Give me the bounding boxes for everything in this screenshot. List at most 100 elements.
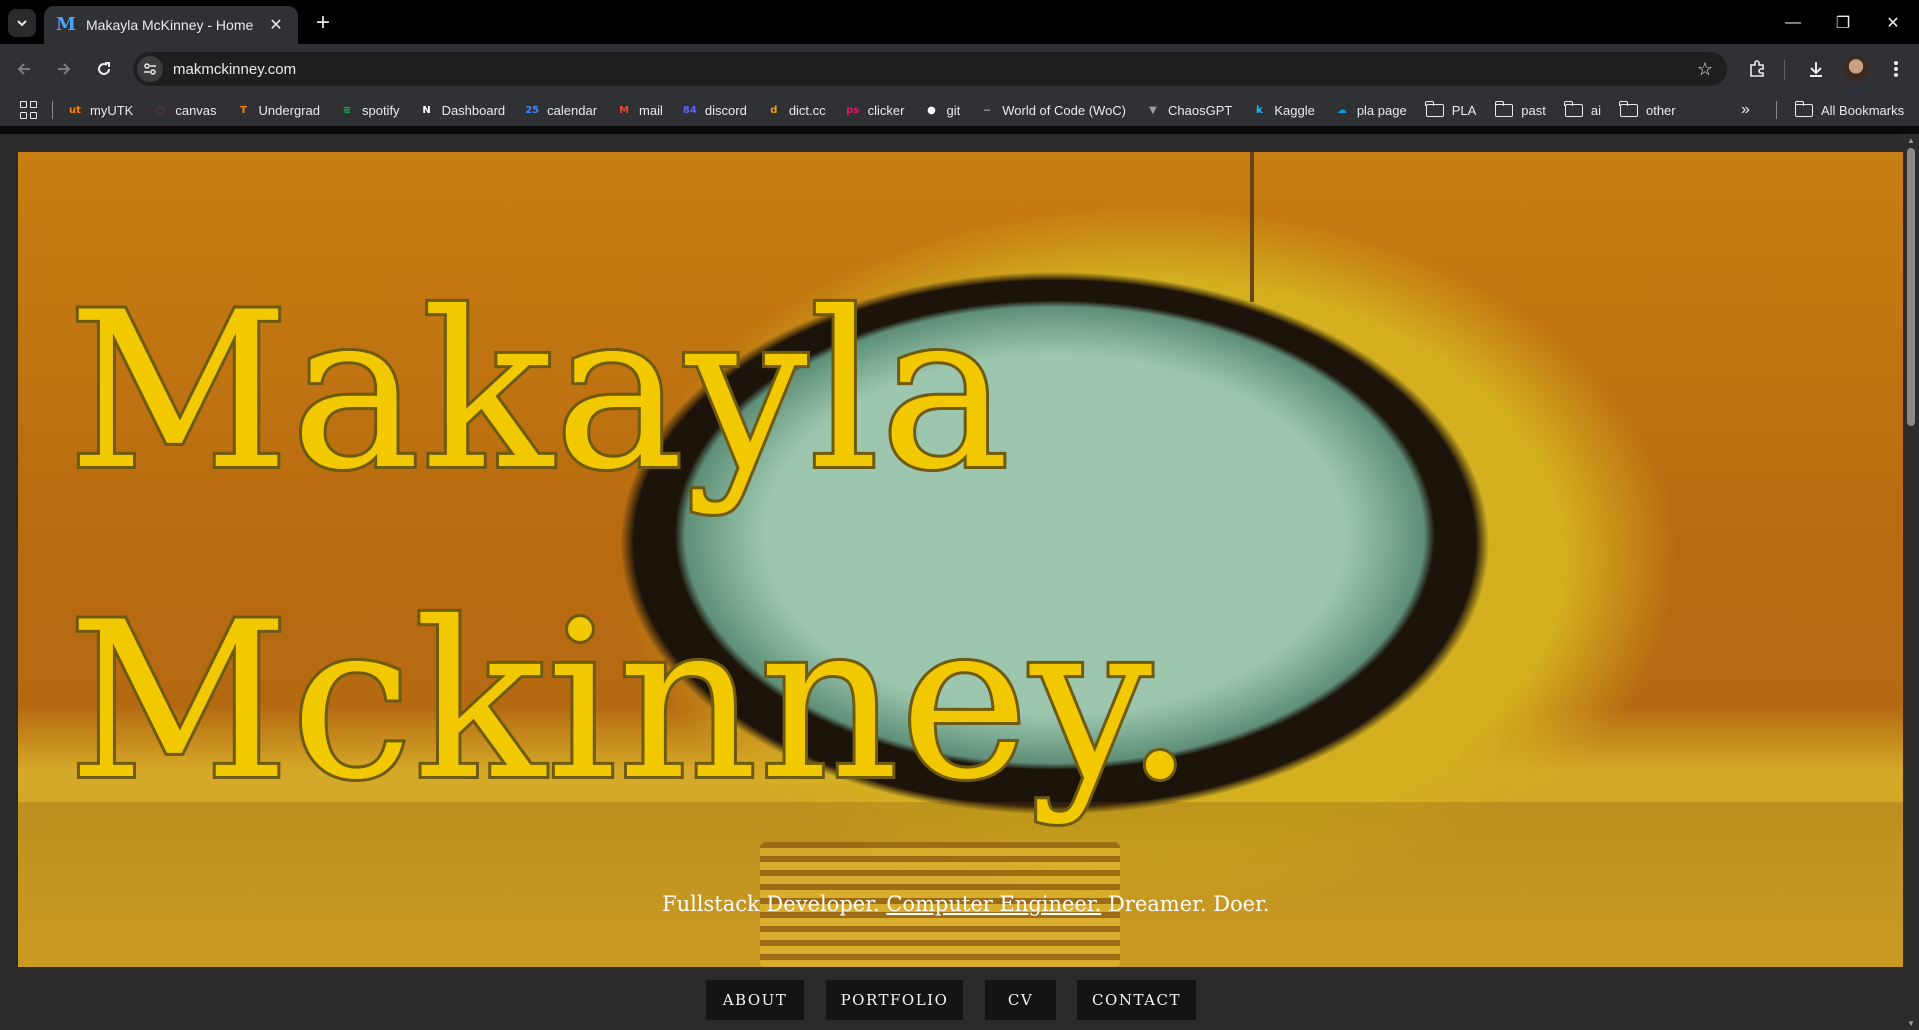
hero-name-first: Makayla [65,266,1012,517]
computer-engineer-link[interactable]: Computer Engineer. [886,892,1101,916]
utk-icon: ut [69,104,81,116]
scroll-down-arrow-icon[interactable]: ▼ [1907,1019,1915,1028]
chevron-down-icon [17,20,27,27]
bookmark-folder-label: PLA [1451,102,1477,118]
bookmark-label: Dashboard [441,102,506,118]
bookmark-git[interactable]: ● git [924,102,961,118]
forward-button[interactable] [50,55,78,83]
bookmark-world-of-code-woc[interactable]: ~ World of Code (WoC) [979,102,1126,118]
tab-strip: M Makayla McKinney - Home ✕ + — ❐ ✕ [0,0,1919,44]
tab-close-icon[interactable]: ✕ [266,15,286,35]
extensions-button[interactable] [1744,56,1770,82]
reload-icon [98,62,110,75]
back-button[interactable] [10,55,38,83]
bookmark-label: myUTK [90,102,134,118]
bookmark-discord[interactable]: 84 discord [682,102,747,118]
bookmark-label: dict.cc [788,102,826,118]
bookmark-undergrad[interactable]: T Undergrad [236,102,320,118]
bookmark-clicker[interactable]: ps clicker [845,102,904,118]
minimize-button[interactable]: — [1780,10,1806,36]
bookmark-canvas[interactable]: ◌ canvas [152,102,217,118]
spotify-icon: ≋ [342,104,352,116]
github-icon: ● [927,104,936,116]
download-icon [1810,62,1822,77]
calendar-icon: 25 [525,104,540,116]
page-top-edge [0,126,1919,134]
site-info-button[interactable] [137,56,163,82]
arrow-left-icon [17,63,30,75]
address-bar[interactable]: makmckinney.com ☆ [133,52,1727,86]
tab-search-button[interactable] [8,9,36,37]
menu-button[interactable] [1883,56,1909,82]
profile-avatar[interactable] [1843,56,1869,82]
bookmark-folder-label: past [1521,102,1546,118]
bookmark-label: pla page [1356,102,1407,118]
kaggle-icon: k [1256,104,1263,116]
nav-cv-button[interactable]: CV [985,980,1056,1020]
bookmark-folder-pla[interactable]: PLA [1425,100,1477,118]
apps-grid-icon[interactable] [20,101,38,119]
folder-icon [1564,100,1583,117]
nav-about-button[interactable]: ABOUT [706,980,804,1020]
bookmark-list: ut myUTK ◌ canvas T Undergrad ≋ spotify N Dashboa… [67,102,1426,118]
bookmark-folder-label: ai [1590,102,1601,118]
bookmark-label: World of Code (WoC) [1002,102,1127,118]
tv-antenna [1250,152,1254,302]
downloads-button[interactable] [1803,56,1829,82]
site-favicon-icon: M [56,14,76,35]
bookmark-label: mail [639,102,663,118]
bookmark-label: Kaggle [1274,102,1315,118]
folder-icon [1619,100,1638,117]
folder-icon [1425,100,1444,117]
bookmark-dict-cc[interactable]: d dict.cc [766,102,826,118]
dictcc-icon: d [770,104,778,116]
kebab-menu-icon [1894,61,1898,77]
nav-portfolio-button[interactable]: PORTFOLIO [826,980,963,1020]
bookmark-label: git [946,102,961,118]
bookmark-calendar[interactable]: 25 calendar [524,102,597,118]
more-bookmarks-button[interactable]: » [1741,94,1750,126]
salesforce-icon: ☁ [1336,104,1347,116]
tab-title: Makayla McKinney - Home [86,17,254,33]
site-nav: ABOUT PORTFOLIO CV CONTACT [0,967,1901,1030]
bookmark-folder-other[interactable]: other [1619,100,1676,118]
chaosgpt-icon: ▼ [1149,104,1157,116]
page-scrollbar[interactable]: ▲ ▼ [1903,134,1919,1030]
bookmark-folder-past[interactable]: past [1494,100,1546,118]
bookmark-label: Undergrad [258,102,320,118]
bookmark-label: spotify [361,102,400,118]
bookmark-mail[interactable]: Mmail [616,102,663,118]
bookmark-pla-page[interactable]: ☁ pla page [1334,102,1407,118]
active-tab[interactable]: M Makayla McKinney - Home ✕ [44,6,298,44]
folder-icon [1794,100,1813,117]
window-close-button[interactable]: ✕ [1880,10,1906,36]
url-text[interactable]: makmckinney.com [173,61,296,78]
clicker-icon: ps [846,104,860,116]
canvas-icon: ◌ [155,104,165,116]
bookmark-star-icon[interactable]: ☆ [1695,59,1715,79]
woc-icon: ~ [983,104,992,116]
bookmark-spotify[interactable]: ≋ spotify [339,102,400,118]
reload-button[interactable] [90,55,118,83]
bookmark-folders: PLA past ai other [1425,100,1695,118]
toolbar-separator [1784,60,1785,80]
bookmark-label: calendar [547,102,598,118]
restore-button[interactable]: ❐ [1830,10,1856,36]
bookmark-label: canvas [175,102,217,118]
page-viewport: Makayla Mckinney. Fullstack Developer. C… [0,134,1919,1030]
tune-icon [144,63,156,75]
bookmark-chaosgpt[interactable]: ▼ ChaosGPT [1145,102,1232,118]
scroll-thumb[interactable] [1907,148,1915,426]
bookmark-myutk[interactable]: ut myUTK [67,102,133,118]
bookmark-folder-ai[interactable]: ai [1564,100,1601,118]
hero-tagline: Fullstack Developer. Computer Engineer. … [662,892,1270,916]
bookmark-folder-label: other [1645,102,1676,118]
all-bookmarks-label: All Bookmarks [1821,102,1905,118]
nav-contact-button[interactable]: CONTACT [1077,980,1196,1020]
new-tab-button[interactable]: + [310,9,336,36]
bookmark-dashboard[interactable]: N Dashboard [419,102,506,118]
all-bookmarks-button[interactable]: All Bookmarks [1776,94,1904,126]
scroll-up-arrow-icon[interactable]: ▲ [1907,136,1915,145]
bookmark-kaggle[interactable]: k Kaggle [1251,102,1315,118]
bookmarks-divider [1776,101,1777,119]
